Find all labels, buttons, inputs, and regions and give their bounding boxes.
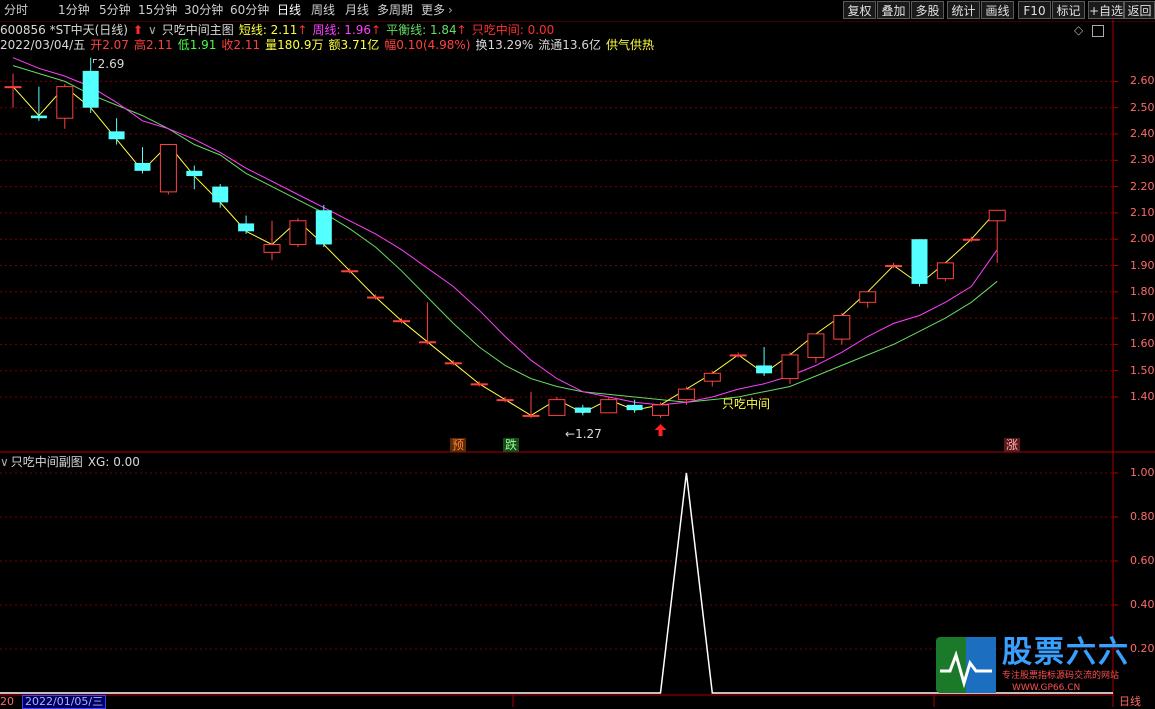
- kline-chart[interactable]: [0, 0, 1155, 707]
- period-label: 日线: [1119, 695, 1141, 708]
- footer-year-fragment: 20: [0, 695, 14, 708]
- sub-y-tick-label: 0.40: [1130, 598, 1155, 611]
- short-line: [12, 86, 998, 416]
- candle-body-down: [108, 131, 125, 140]
- candle-body-up: [936, 262, 954, 280]
- candle-body-up: [470, 383, 488, 386]
- candle-body-down: [186, 170, 203, 177]
- candle-body-up: [444, 362, 462, 365]
- candle-body-down: [315, 210, 332, 245]
- y-tick-label: 2.40: [1130, 127, 1155, 140]
- high-price-label: ⌜2.69: [90, 57, 126, 71]
- candle-body-up: [56, 86, 74, 119]
- y-tick-label: 1.70: [1130, 311, 1155, 325]
- week-line: [12, 57, 998, 406]
- mark-zhang: 涨: [1004, 438, 1021, 452]
- y-tick-label: 2.10: [1130, 205, 1155, 219]
- y-tick-label: 2.20: [1130, 179, 1155, 193]
- brand-name: 股票六六: [1002, 635, 1130, 670]
- low-price-label: ←1.27: [563, 427, 604, 441]
- balance-line: [12, 65, 998, 403]
- y-tick-label: 2.00: [1130, 232, 1155, 246]
- sub-y-tick-label: 1.00: [1130, 466, 1155, 479]
- candle-body-up: [496, 399, 514, 402]
- sub-y-tick-label: 0.60: [1130, 554, 1155, 567]
- y-tick-label: 1.40: [1130, 390, 1155, 403]
- candle-body-up: [807, 333, 825, 359]
- candle-body-up: [159, 144, 177, 193]
- brand-url: WWW.GP66.CN: [1012, 683, 1081, 693]
- brand-watermark: 股票六六 专注股票指标源码交流的网站 WWW.GP66.CN: [936, 635, 1155, 695]
- candle-body-up: [988, 209, 1006, 222]
- candle-body-up: [885, 265, 903, 267]
- y-tick-label: 1.80: [1130, 284, 1155, 298]
- candle-body-up: [522, 414, 540, 417]
- candle-body-up: [263, 243, 281, 253]
- candle-body-up: [418, 341, 436, 344]
- candle-body-down: [574, 407, 591, 413]
- candle-body-up: [548, 399, 566, 416]
- candle-body-down: [756, 365, 773, 374]
- candle-body-down: [626, 404, 643, 411]
- candle-body-up: [393, 320, 410, 323]
- sub-indicator-header: ∨ 只吃中间副图 XG: 0.00: [0, 454, 145, 470]
- candle-body-down: [82, 70, 99, 108]
- left-arrow-icon: ←: [565, 427, 576, 441]
- sub-indicator-menu-icon[interactable]: ∨: [0, 455, 9, 469]
- y-tick-label: 2.30: [1130, 153, 1155, 167]
- signal-up-arrow-icon: [654, 424, 667, 436]
- candle-body-up: [781, 354, 799, 380]
- y-tick-label: 1.90: [1130, 258, 1155, 272]
- candle-body-up: [677, 388, 695, 401]
- candle-body-up: [341, 270, 359, 273]
- mark-die: 跌: [503, 438, 520, 452]
- candle-body-up: [729, 354, 747, 357]
- sub-xg-value: XG: 0.00: [87, 455, 140, 469]
- candle-body-up: [859, 291, 877, 303]
- mark-yu: 预: [450, 438, 467, 452]
- candle-body-down: [238, 223, 255, 232]
- brand-slogan: 专注股票指标源码交流的网站: [1002, 671, 1120, 681]
- candle-body-down: [30, 115, 47, 119]
- logo-icon: [936, 637, 996, 693]
- y-tick-label: 2.50: [1130, 100, 1155, 114]
- candle-body-down: [212, 186, 229, 203]
- indicator-lines: [12, 57, 998, 416]
- candle-body-up: [833, 314, 851, 340]
- y-tick-label: 2.60: [1130, 74, 1155, 88]
- candle-body-down: [134, 162, 151, 171]
- candle-body-up: [4, 86, 22, 89]
- low-price-value: 1.27: [575, 427, 602, 441]
- candle-body-up: [367, 296, 385, 299]
- candle-body-up: [289, 220, 307, 245]
- grid: [0, 20, 1155, 707]
- sub-y-tick-label: 0.80: [1130, 510, 1155, 523]
- y-tick-label: 1.60: [1130, 337, 1155, 351]
- candles: [4, 57, 1006, 436]
- candle-body-up: [652, 404, 669, 416]
- signal-text: 只吃中间: [722, 397, 771, 411]
- candle-body-up: [600, 399, 618, 414]
- high-price-value: 2.69: [97, 57, 125, 71]
- y-tick-label: 1.50: [1130, 363, 1155, 377]
- candle-body-up: [962, 238, 980, 241]
- candle-body-up: [703, 372, 721, 382]
- sub-indicator-name[interactable]: 只吃中间副图: [11, 455, 83, 469]
- candle-body-down: [911, 239, 928, 284]
